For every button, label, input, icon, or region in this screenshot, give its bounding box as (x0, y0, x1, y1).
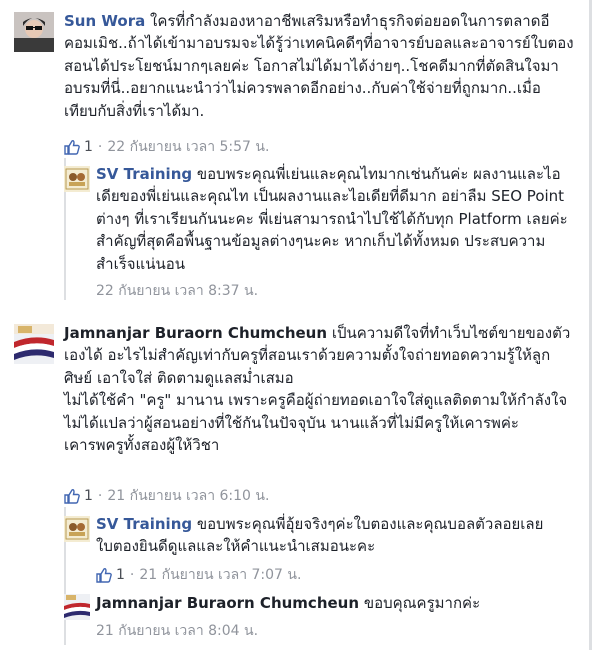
like-count[interactable]: 1 (84, 139, 93, 155)
like-icon (64, 489, 80, 504)
reply-timestamp[interactable]: 22 กันยายน เวลา 8:37 น. (96, 280, 258, 302)
comment-2-meta: 1 · 21 กันยายน เวลา 6:10 น. (64, 485, 269, 507)
reply-2-1-body: SV Training ขอบพระคุณพี่อุ้ยจริงๆค่ะใบตอ… (96, 513, 574, 558)
reply-2-1-meta: 1 · 21 กันยายน เวลา 7:07 น. (96, 564, 301, 586)
reply-1-1-meta: 22 กันยายน เวลา 8:37 น. (96, 280, 258, 302)
comment-2-body: Jamnanjar Buraorn Chumcheun เป็นความดีใจ… (64, 322, 576, 456)
comment-timestamp[interactable]: 21 กันยายน เวลา 6:10 น. (107, 485, 269, 507)
reply-2-2-meta: 21 กันยายน เวลา 8:04 น. (96, 620, 258, 642)
comment-author-sun-wora[interactable]: Sun Wora (64, 12, 145, 30)
reply-author-sv-training[interactable]: SV Training (96, 165, 192, 183)
like-icon (96, 568, 112, 583)
reply-timestamp[interactable]: 21 กันยายน เวลา 7:07 น. (139, 564, 301, 586)
comment-1-body: Sun Wora ใครที่กำลังมองหาอาชีพเสริมหรือท… (64, 10, 574, 122)
reply-author-sv-training[interactable]: SV Training (96, 515, 192, 533)
reply-2-2-body: Jamnanjar Buraorn Chumcheun ขอบคุณครูมาก… (96, 592, 574, 614)
avatar-sv-training[interactable] (64, 166, 90, 192)
comment-author-jamnanjar[interactable]: Jamnanjar Buraorn Chumcheun (64, 324, 327, 342)
avatar-sun-wora[interactable] (14, 12, 54, 52)
reply-2-2-text: ขอบคุณครูมากค่ะ (363, 594, 481, 612)
like-count[interactable]: 1 (116, 567, 125, 583)
avatar-sv-training[interactable] (64, 516, 90, 542)
like-icon (64, 140, 80, 155)
like-count[interactable]: 1 (84, 488, 93, 504)
meta-separator: · (129, 567, 135, 583)
meta-separator: · (97, 488, 103, 504)
reply-author-jamnanjar[interactable]: Jamnanjar Buraorn Chumcheun (96, 594, 359, 612)
reply-timestamp[interactable]: 21 กันยายน เวลา 8:04 น. (96, 620, 258, 642)
comment-2-text-line3: เคารพครูทั้งสองผู้ให้วิชา (64, 436, 220, 455)
comment-2-text-line2: ไม่ได้ใช้คำ "ครู" มานาน เพราะครูคือผู้ถ่… (64, 391, 568, 432)
comment-1-meta: 1 · 22 กันยายน เวลา 5:57 น. (64, 136, 269, 158)
comment-timestamp[interactable]: 22 กันยายน เวลา 5:57 น. (107, 136, 269, 158)
meta-separator: · (97, 139, 103, 155)
avatar-jamnanjar[interactable] (14, 324, 54, 364)
avatar-jamnanjar[interactable] (64, 594, 90, 620)
reply-1-1-body: SV Training ขอบพระคุณพี่เย่นและคุณไทมากเ… (96, 163, 574, 275)
